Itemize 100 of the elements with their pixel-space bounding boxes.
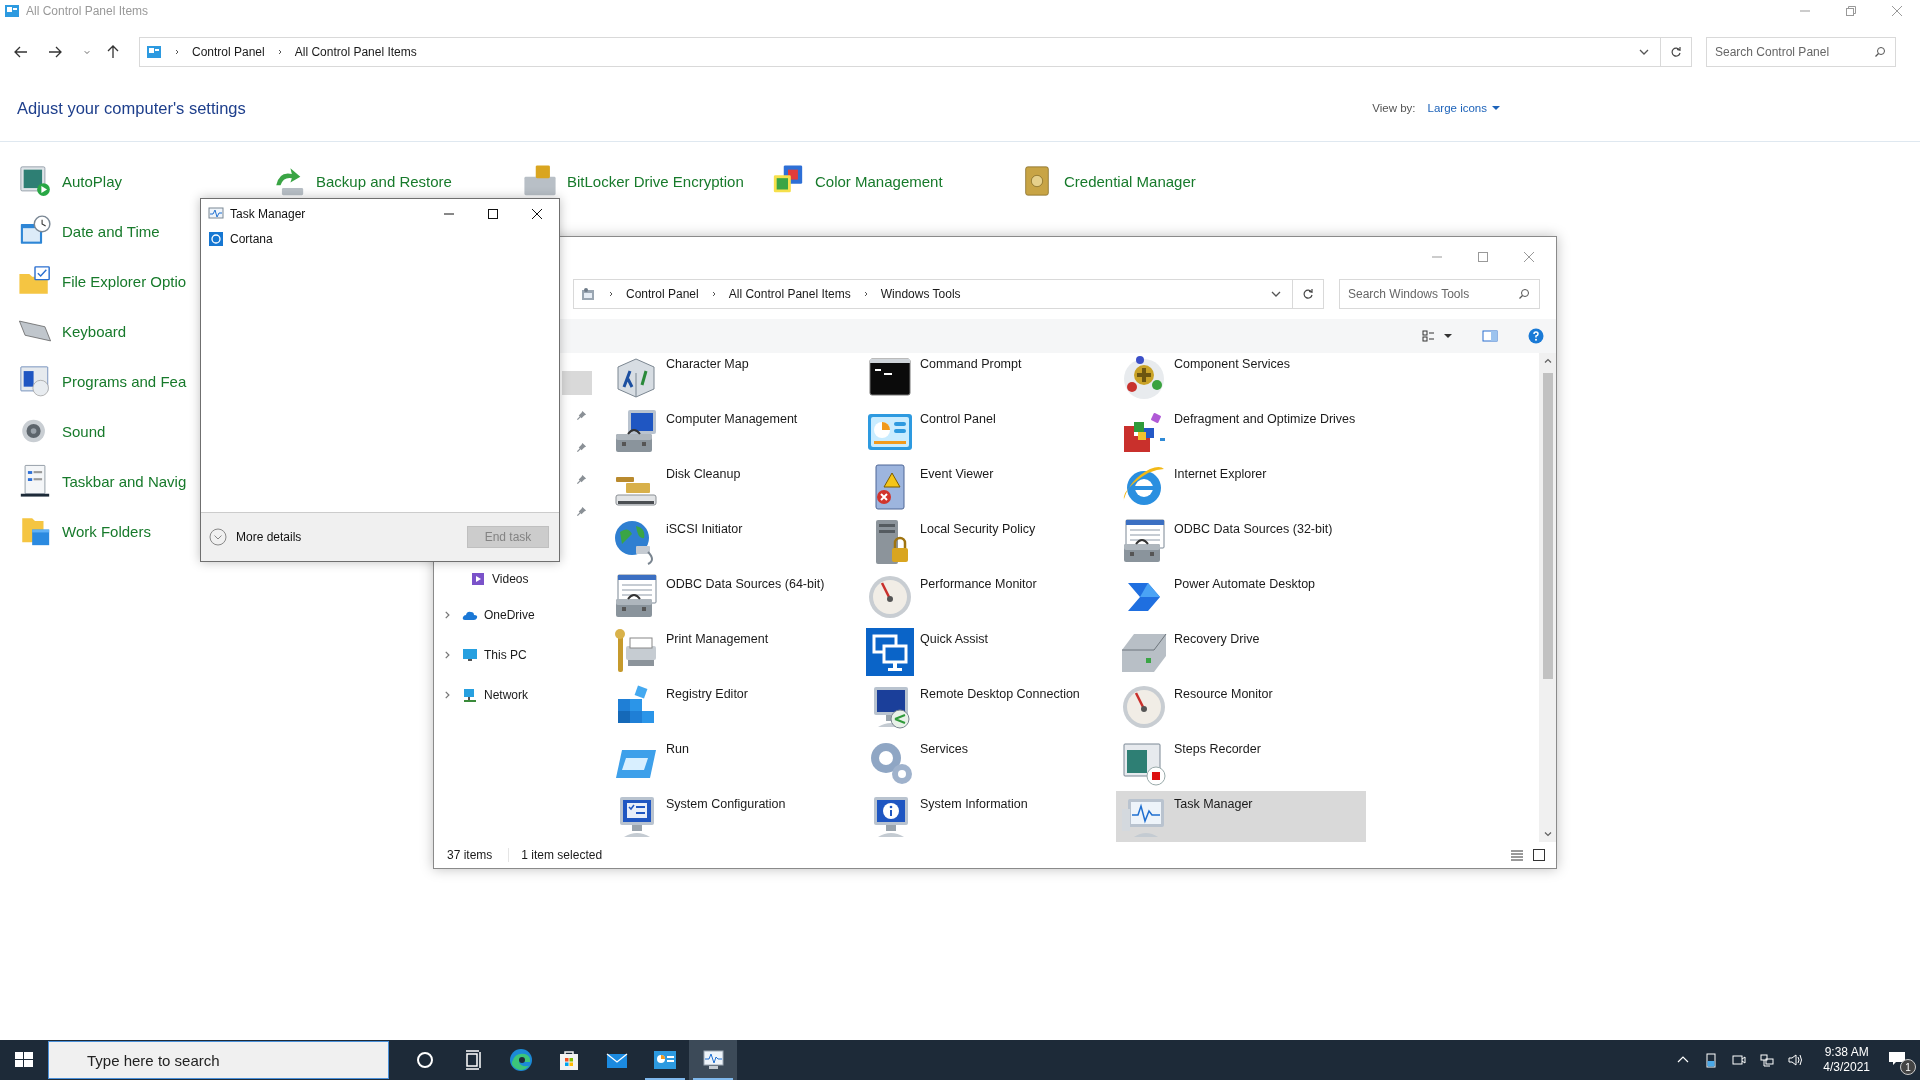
tool-item[interactable]: Services (862, 736, 1112, 788)
settings-link[interactable]: Backup and Restore (272, 164, 452, 198)
navigation-item[interactable]: Videos (434, 563, 592, 595)
preview-pane-icon[interactable] (1482, 328, 1498, 344)
app-row[interactable]: Cortana (201, 229, 559, 249)
tool-item[interactable]: Command Prompt (862, 353, 1112, 403)
tool-item[interactable]: System Configuration (608, 791, 858, 842)
settings-link[interactable]: Date and Time (18, 214, 160, 248)
tool-item[interactable]: Performance Monitor (862, 571, 1112, 623)
settings-link[interactable]: BitLocker Drive Encryption (523, 164, 744, 198)
tool-item[interactable]: Defragment and Optimize Drives (1116, 406, 1366, 458)
up-arrow-icon[interactable] (105, 44, 121, 60)
pin-icon[interactable] (576, 473, 587, 485)
pulse-monitor-icon (701, 1048, 725, 1072)
tool-item[interactable]: iSCSI Initiator (608, 516, 858, 568)
settings-link[interactable]: File Explorer Optio (18, 264, 187, 298)
expand-chevron-icon[interactable] (442, 690, 452, 700)
lock-drive-icon (523, 164, 557, 198)
settings-link[interactable]: Keyboard (18, 314, 127, 348)
video-folder-icon (470, 571, 486, 587)
tool-item[interactable]: ODBC Data Sources (32-bit) (1116, 516, 1366, 568)
view-options-icon[interactable] (1422, 329, 1436, 343)
caret-icon[interactable] (1444, 332, 1452, 340)
chevron-right-icon (173, 48, 181, 56)
more-details-button[interactable]: More details (209, 528, 302, 546)
breadcrumb-item[interactable]: All Control Panel Items (294, 45, 417, 59)
forward-arrow-icon[interactable] (47, 44, 63, 60)
scroll-down-icon[interactable] (1542, 829, 1553, 839)
tool-item[interactable]: Disk Cleanup (608, 461, 858, 513)
view-by-dropdown[interactable]: Large icons (1427, 102, 1500, 114)
search-icon (1874, 46, 1886, 58)
settings-link[interactable]: Work Folders (18, 514, 151, 548)
address-bar[interactable]: Control Panel All Control Panel Items (139, 37, 1661, 67)
tool-item[interactable]: Event Viewer (862, 461, 1112, 513)
expand-chevron-icon (209, 528, 227, 546)
pin-icon[interactable] (576, 441, 587, 453)
search-field[interactable]: Search Control Panel (1706, 37, 1896, 67)
breadcrumb-item[interactable]: Control Panel (626, 287, 699, 301)
settings-link[interactable]: Programs and Fea (18, 364, 187, 398)
pin-icon[interactable] (576, 409, 587, 421)
back-arrow-icon[interactable] (13, 44, 29, 60)
tool-item[interactable]: ODBC Data Sources (64-bit) (608, 571, 858, 623)
tool-item[interactable]: System Information (862, 791, 1112, 842)
refresh-button[interactable] (1661, 37, 1692, 67)
monitor-play-icon (18, 164, 52, 198)
help-icon[interactable] (1528, 328, 1544, 344)
control-panel-icon (146, 44, 162, 60)
scroll-up-icon[interactable] (1542, 356, 1553, 366)
settings-link[interactable]: Taskbar and Navig (18, 464, 187, 498)
control-panel-icon (653, 1048, 677, 1072)
settings-link[interactable]: AutoPlay (18, 164, 123, 198)
tool-item[interactable]: Power Automate Desktop (1116, 571, 1366, 623)
gauge-icon (1120, 683, 1168, 731)
pin-icon[interactable] (576, 505, 587, 517)
selection-count: 1 item selected (508, 848, 603, 862)
refresh-icon (1670, 46, 1682, 58)
breadcrumb-item[interactable]: Windows Tools (880, 287, 961, 301)
tool-item[interactable]: Print Management (608, 626, 858, 678)
navigation-item[interactable]: This PC (434, 635, 592, 675)
tools-icon (580, 286, 596, 302)
tool-item[interactable]: Quick Assist (862, 626, 1112, 678)
tool-item[interactable]: Internet Explorer (1116, 461, 1366, 513)
settings-link[interactable]: Color Management (771, 164, 943, 198)
tool-item[interactable]: Task Manager (1116, 791, 1366, 842)
tool-item[interactable]: Computer Management (608, 406, 858, 458)
address-bar[interactable]: Control Panel All Control Panel Items Windows Tools (573, 279, 1293, 309)
settings-link[interactable]: Sound (18, 414, 106, 448)
search-field[interactable]: Search Windows Tools (1339, 279, 1540, 309)
swirl-icon (509, 1048, 533, 1072)
tool-item[interactable]: Run (608, 736, 858, 788)
notification-icon[interactable] (1888, 1050, 1906, 1068)
scroll-thumb[interactable] (1542, 373, 1553, 679)
settings-link[interactable]: Credential Manager (1020, 164, 1196, 198)
taskbar-search-field[interactable]: Type here to search (48, 1041, 389, 1079)
expand-chevron-icon[interactable] (442, 610, 452, 620)
navigation-item[interactable]: OneDrive (434, 595, 592, 635)
taskbar-app[interactable] (689, 1040, 737, 1080)
breadcrumb-item[interactable]: Control Panel (192, 45, 265, 59)
navigation-item[interactable]: Network (434, 675, 592, 715)
expand-chevron-icon[interactable] (442, 650, 452, 660)
gauge-icon (866, 573, 914, 621)
tool-item[interactable]: Local Security Policy (862, 516, 1112, 568)
tool-item[interactable]: Steps Recorder (1116, 736, 1366, 788)
page-heading: Adjust your computer's settings (17, 98, 246, 118)
tool-item[interactable]: Recovery Drive (1116, 626, 1366, 678)
tool-item[interactable]: Registry Editor (608, 681, 858, 733)
tool-item[interactable]: Character Map (608, 353, 858, 403)
tool-item[interactable]: Remote Desktop Connection (862, 681, 1112, 733)
breadcrumb-item[interactable]: All Control Panel Items (728, 287, 851, 301)
search-icon (1518, 288, 1530, 300)
tool-item[interactable]: Resource Monitor (1116, 681, 1366, 733)
clock[interactable]: 9:38 AM 4/3/2021 (1823, 1045, 1870, 1075)
details-view-icon[interactable] (1510, 848, 1524, 862)
large-icons-view-icon[interactable] (1532, 848, 1546, 862)
tool-item[interactable]: Control Panel (862, 406, 1112, 458)
scrollbar[interactable] (1539, 353, 1556, 842)
refresh-button[interactable] (1293, 279, 1324, 309)
ring-icon (208, 231, 224, 247)
tool-item[interactable]: Component Services (1116, 353, 1366, 403)
monitors-icon (866, 628, 914, 676)
